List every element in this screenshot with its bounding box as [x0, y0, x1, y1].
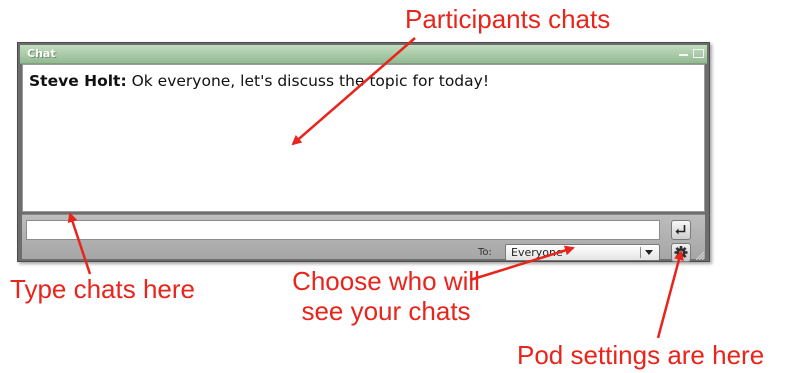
annotation-arrows [67, 37, 684, 339]
arrow-choose-who [469, 245, 575, 282]
arrow-pod-settings [656, 250, 684, 339]
arrow-type-chats [67, 212, 92, 275]
arrow-participants [291, 37, 416, 146]
